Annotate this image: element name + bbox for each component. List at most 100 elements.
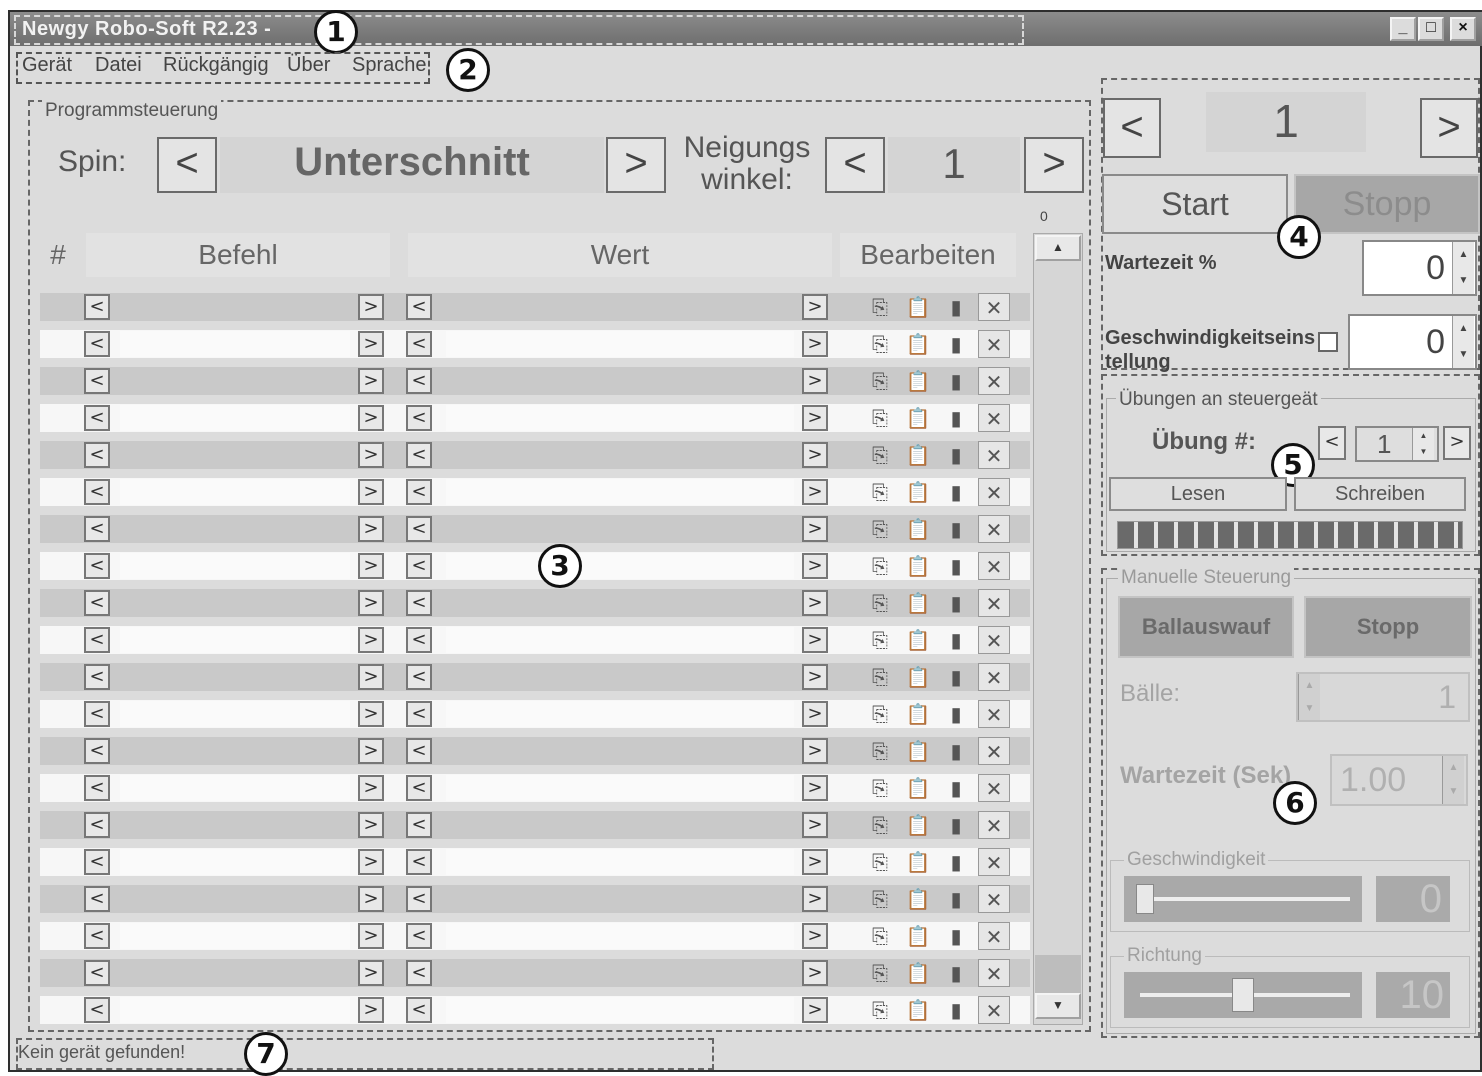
command-field[interactable] [120,701,350,727]
command-field[interactable] [120,849,350,875]
command-next-button[interactable]: > [358,368,384,394]
value-next-button[interactable]: > [802,738,828,764]
command-next-button[interactable]: > [358,590,384,616]
paste-icon[interactable]: 📋 [902,737,934,765]
copy-icon[interactable]: ⎘ [864,848,896,876]
spin-prev-button[interactable]: < [157,137,217,193]
paste-icon[interactable]: 📋 [902,885,934,913]
delete-icon[interactable]: ✕ [978,885,1010,913]
value-field[interactable] [446,886,794,912]
speed-setting-checkbox[interactable] [1318,332,1338,352]
paste-icon[interactable]: 📋 [902,441,934,469]
value-prev-button[interactable]: < [406,405,432,431]
value-next-button[interactable]: > [802,516,828,542]
copy-icon[interactable]: ⎘ [864,404,896,432]
scroll-up-button[interactable]: ▲ [1035,235,1081,261]
value-next-button[interactable]: > [802,960,828,986]
command-field[interactable] [120,997,350,1023]
delete-icon[interactable]: ✕ [978,330,1010,358]
value-field[interactable] [446,294,794,320]
balls-stepper[interactable]: ▲ ▼ [1298,674,1320,720]
delete-icon[interactable]: ✕ [978,478,1010,506]
value-prev-button[interactable]: < [406,590,432,616]
paste-icon[interactable]: 📋 [902,774,934,802]
copy-icon[interactable]: ⎘ [864,811,896,839]
paste-icon[interactable]: 📋 [902,922,934,950]
insert-icon[interactable]: ▮ [940,959,972,987]
value-prev-button[interactable]: < [406,368,432,394]
copy-icon[interactable]: ⎘ [864,774,896,802]
value-field[interactable] [446,516,794,542]
paste-icon[interactable]: 📋 [902,589,934,617]
value-next-button[interactable]: > [802,997,828,1023]
copy-icon[interactable]: ⎘ [864,996,896,1024]
menu-item-rueckgaengig[interactable]: Rückgängig [163,54,269,77]
command-field[interactable] [120,590,350,616]
command-prev-button[interactable]: < [84,775,110,801]
write-button[interactable]: Schreiben [1294,477,1466,511]
value-next-button[interactable]: > [802,479,828,505]
insert-icon[interactable]: ▮ [940,700,972,728]
copy-icon[interactable]: ⎘ [864,700,896,728]
command-next-button[interactable]: > [358,405,384,431]
value-prev-button[interactable]: < [406,294,432,320]
speed-setting-stepper[interactable]: ▲ ▼ [1452,316,1474,368]
exercise-number-stepper[interactable]: ▲ ▼ [1412,428,1434,460]
command-next-button[interactable]: > [358,331,384,357]
delete-icon[interactable]: ✕ [978,663,1010,691]
exercise-next-button[interactable]: > [1443,426,1471,460]
speed-slider[interactable] [1124,876,1362,922]
value-next-button[interactable]: > [802,849,828,875]
insert-icon[interactable]: ▮ [940,774,972,802]
command-prev-button[interactable]: < [84,664,110,690]
command-prev-button[interactable]: < [84,479,110,505]
scroll-down-button[interactable]: ▼ [1035,993,1081,1019]
value-prev-button[interactable]: < [406,701,432,727]
tilt-next-button[interactable]: > [1024,137,1084,193]
value-prev-button[interactable]: < [406,923,432,949]
command-prev-button[interactable]: < [84,516,110,542]
command-prev-button[interactable]: < [84,553,110,579]
paste-icon[interactable]: 📋 [902,996,934,1024]
direction-slider-thumb[interactable] [1232,978,1254,1012]
insert-icon[interactable]: ▮ [940,996,972,1024]
minimize-button[interactable]: _ [1390,17,1416,41]
command-field[interactable] [120,553,350,579]
value-prev-button[interactable]: < [406,331,432,357]
insert-icon[interactable]: ▮ [940,330,972,358]
delete-icon[interactable]: ✕ [978,515,1010,543]
delete-icon[interactable]: ✕ [978,293,1010,321]
command-prev-button[interactable]: < [84,442,110,468]
command-field[interactable] [120,738,350,764]
value-field[interactable] [446,738,794,764]
value-field[interactable] [446,849,794,875]
command-next-button[interactable]: > [358,849,384,875]
tilt-prev-button[interactable]: < [825,137,885,193]
speed-slider-thumb[interactable] [1136,884,1154,914]
delete-icon[interactable]: ✕ [978,737,1010,765]
value-field[interactable] [446,405,794,431]
command-next-button[interactable]: > [358,960,384,986]
copy-icon[interactable]: ⎘ [864,330,896,358]
menu-item-geraet[interactable]: Gerät [22,54,72,77]
value-prev-button[interactable]: < [406,849,432,875]
command-prev-button[interactable]: < [84,886,110,912]
command-next-button[interactable]: > [358,553,384,579]
command-field[interactable] [120,516,350,542]
command-prev-button[interactable]: < [84,849,110,875]
paste-icon[interactable]: 📋 [902,663,934,691]
menu-item-datei[interactable]: Datei [95,54,142,77]
value-field[interactable] [446,997,794,1023]
command-next-button[interactable]: > [358,886,384,912]
copy-icon[interactable]: ⎘ [864,515,896,543]
command-field[interactable] [120,664,350,690]
menu-item-ueber[interactable]: Über [287,54,330,77]
direction-slider[interactable] [1124,972,1362,1018]
copy-icon[interactable]: ⎘ [864,293,896,321]
delete-icon[interactable]: ✕ [978,959,1010,987]
value-field[interactable] [446,479,794,505]
value-field[interactable] [446,960,794,986]
command-prev-button[interactable]: < [84,368,110,394]
value-next-button[interactable]: > [802,331,828,357]
menu-item-sprache[interactable]: Sprache [352,54,427,77]
